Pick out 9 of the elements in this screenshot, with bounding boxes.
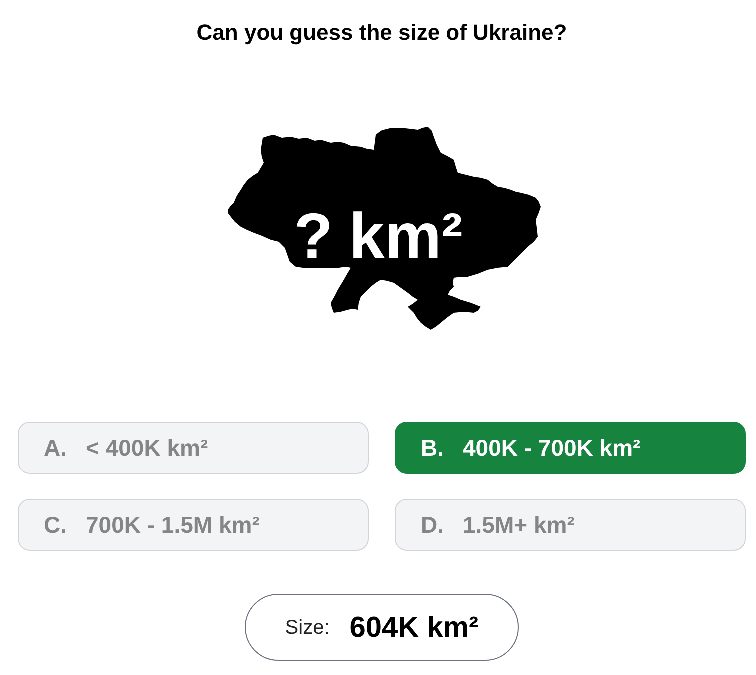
answer-option[interactable]: A. < 400K km² — [18, 422, 369, 474]
question-title: Can you guess the size of Ukraine? — [196, 19, 568, 47]
unknown-mark: ? — [294, 204, 334, 268]
answer-option[interactable]: C. 700K - 1.5M km² — [18, 499, 369, 551]
unit-label: km² — [349, 204, 463, 268]
size-value: 604K km² — [350, 610, 479, 646]
size-label: Size: — [285, 616, 330, 640]
answer-option[interactable]: D. 1.5M+ km² — [395, 499, 746, 551]
answer-option[interactable]: B. 400K - 700K km² — [395, 422, 746, 474]
